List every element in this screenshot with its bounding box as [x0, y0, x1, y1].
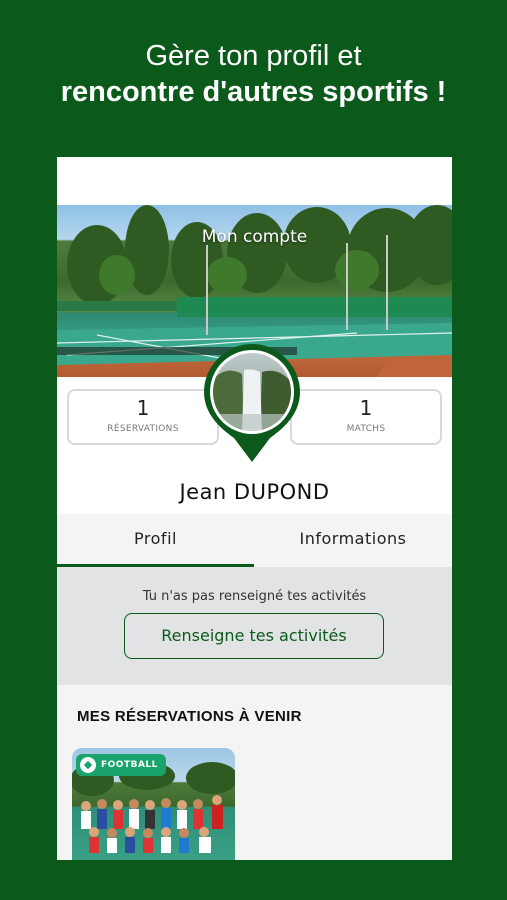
reservations-label: RÉSERVATIONS [107, 424, 179, 434]
sport-badge-label: FOOTBALL [101, 760, 158, 770]
activities-empty-message: Tu n'as pas renseigné tes activités [142, 589, 367, 604]
reservation-card[interactable]: FOOTBALL [72, 748, 235, 860]
reservations-stat[interactable]: 1 RÉSERVATIONS [67, 389, 219, 445]
app-top-bar [57, 157, 452, 205]
headline-line-2: rencontre d'autres sportifs ! [60, 76, 447, 108]
tab-informations[interactable]: Informations [254, 514, 452, 564]
avatar[interactable] [204, 344, 300, 462]
promo-headline: Gère ton profil et rencontre d'autres sp… [0, 38, 507, 110]
matchs-label: MATCHS [346, 424, 386, 434]
page-title: Mon compte [201, 227, 308, 247]
matchs-count: 1 [359, 396, 373, 420]
sport-badge: FOOTBALL [76, 754, 166, 776]
upcoming-reservations-title: MES RÉSERVATIONS À VENIR [77, 708, 302, 725]
app-screen: Mon compte 1 RÉSERVATIONS 1 MATCHS Jean … [57, 157, 452, 860]
headline-line-1: Gère ton profil et [145, 40, 362, 72]
user-name: Jean DUPOND [179, 480, 330, 504]
tab-profil[interactable]: Profil [57, 514, 254, 567]
profile-tabs: Profil Informations [57, 514, 452, 567]
activities-panel: Tu n'as pas renseigné tes activités Rens… [57, 567, 452, 685]
matchs-stat[interactable]: 1 MATCHS [290, 389, 442, 445]
reservations-count: 1 [136, 396, 150, 420]
football-icon [80, 757, 96, 773]
fill-activities-button[interactable]: Renseigne tes activités [124, 613, 384, 659]
